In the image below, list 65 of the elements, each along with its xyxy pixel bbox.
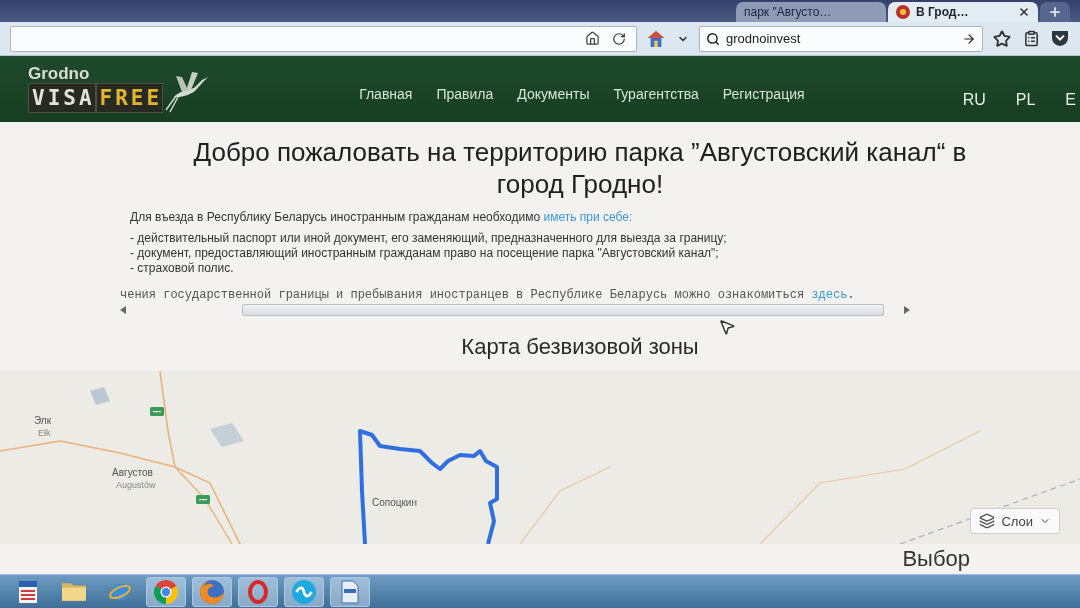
page-title: Добро пожаловать на территорию парка ”Августовский канал“ в город Гродно! bbox=[192, 136, 968, 200]
home-icon bbox=[585, 31, 600, 46]
layers-button[interactable]: Слои bbox=[970, 508, 1060, 534]
lake bbox=[210, 423, 244, 447]
requirement-item: - документ, предоставляющий иностранным гражданам право на посещение парка "Августовский канал"; bbox=[130, 246, 720, 261]
taskbar-button[interactable] bbox=[192, 576, 232, 607]
emblem-icon bbox=[896, 5, 910, 19]
taskbar-button[interactable] bbox=[238, 576, 278, 607]
place-label: Элк bbox=[34, 415, 52, 427]
place-label: Августов bbox=[112, 467, 153, 479]
browser-tab[interactable]: В Грод… bbox=[888, 2, 1038, 22]
segmented-circle-icon bbox=[154, 579, 178, 604]
layers-icon bbox=[979, 513, 996, 529]
requirement-item: - страховой полис. bbox=[130, 261, 235, 276]
road-sign-icon bbox=[196, 495, 210, 504]
chevron-badge-icon bbox=[1052, 31, 1068, 46]
road-sign-icon bbox=[150, 407, 164, 416]
scroll-left-icon[interactable] bbox=[120, 306, 126, 314]
logo-city-text: Grodno bbox=[28, 65, 91, 83]
lead-text: Для въезда в Республику Беларусь иностранным гражданам необходимо иметь при себе: bbox=[130, 210, 634, 225]
taskbar-button[interactable] bbox=[284, 576, 324, 607]
home-icon bbox=[647, 29, 665, 48]
map-title: Карта безвизовой зоны bbox=[461, 333, 699, 361]
cursor-icon bbox=[718, 318, 736, 336]
ring-icon bbox=[248, 579, 268, 604]
reload-icon bbox=[612, 31, 626, 46]
scrollbar-thumb[interactable] bbox=[242, 304, 884, 316]
logo-word: FREE bbox=[95, 83, 164, 113]
nav-link[interactable]: Регистрация bbox=[722, 86, 805, 102]
nav-link[interactable]: Документы bbox=[517, 86, 590, 102]
logo-word: VISA bbox=[28, 83, 96, 113]
swirl-globe-icon bbox=[200, 579, 224, 604]
close-icon bbox=[1018, 6, 1030, 18]
arrow-right-icon bbox=[962, 31, 976, 46]
taskbar-button[interactable] bbox=[146, 576, 186, 607]
nav-link[interactable]: Главная bbox=[359, 86, 413, 102]
search-icon bbox=[706, 31, 720, 46]
wave-circle-icon bbox=[292, 579, 316, 604]
striped-document-icon bbox=[19, 580, 37, 603]
nav-link[interactable]: Турагентства bbox=[613, 86, 699, 102]
place-label: Augustów bbox=[116, 479, 156, 491]
place-label: Ełk bbox=[38, 427, 51, 439]
language-link[interactable]: E bbox=[1065, 91, 1076, 109]
taskbar-button[interactable] bbox=[330, 576, 370, 607]
close-tab-button[interactable] bbox=[1018, 6, 1030, 18]
requirement-item: - действительный паспорт или иной документ, его заменяющий, предназначенного для выезда за границу; bbox=[130, 231, 728, 246]
language-link[interactable]: PL bbox=[1015, 91, 1036, 109]
language-link[interactable]: RU bbox=[962, 91, 986, 109]
nav-link[interactable]: Правила bbox=[436, 86, 494, 102]
address-field[interactable] bbox=[10, 25, 637, 52]
document-icon bbox=[341, 579, 359, 604]
section-title: Выбор bbox=[902, 546, 970, 572]
lake bbox=[90, 387, 110, 405]
plus-icon bbox=[1048, 5, 1062, 19]
clipboard-icon bbox=[1023, 30, 1040, 47]
save-button[interactable] bbox=[1050, 29, 1070, 48]
scroll-right-icon[interactable] bbox=[904, 306, 910, 314]
search-field[interactable]: grodnoinvest bbox=[699, 25, 983, 52]
browser-tab[interactable]: парк "Августо… bbox=[736, 2, 886, 22]
star-icon bbox=[993, 29, 1011, 48]
place-label: Сопоцкин bbox=[372, 497, 417, 509]
new-tab-button[interactable] bbox=[1040, 2, 1070, 22]
folder-icon bbox=[62, 582, 86, 601]
note-text: чения государственной границы и пребывания иностранцев в Республике Беларусь можно ознакомиться здесь. bbox=[120, 288, 856, 303]
bird-icon bbox=[165, 71, 210, 113]
